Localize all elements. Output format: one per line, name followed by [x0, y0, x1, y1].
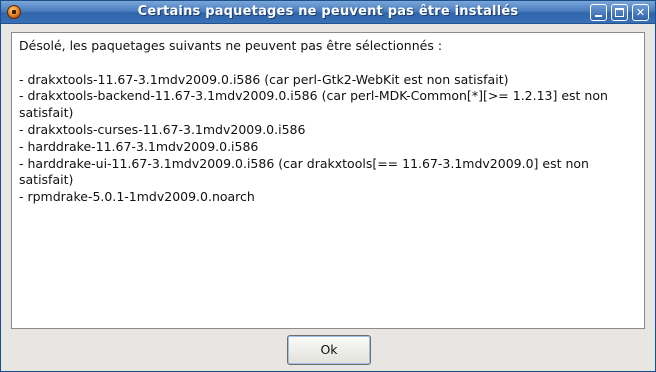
- ok-button[interactable]: Ok: [287, 335, 371, 365]
- message-area[interactable]: Désolé, les paquetages suivants ne peuve…: [11, 32, 645, 329]
- package-line: - drakxtools-11.67-3.1mdv2009.0.i586 (ca…: [19, 71, 509, 87]
- minimize-icon: [595, 15, 602, 17]
- message-intro: Désolé, les paquetages suivants ne peuve…: [19, 38, 443, 53]
- package-line: - harddrake-11.67-3.1mdv2009.0.i586: [19, 138, 259, 154]
- titlebar[interactable]: Certains paquetages ne peuvent pas être …: [1, 1, 655, 24]
- dialog-window: Certains paquetages ne peuvent pas être …: [0, 0, 656, 372]
- package-line: - rpmdrake-5.0.1-1mdv2009.0.noarch: [19, 189, 255, 205]
- close-button[interactable]: ✕: [632, 4, 649, 21]
- minimize-button[interactable]: [590, 4, 607, 21]
- package-line: - drakxtools-curses-11.67-3.1mdv2009.0.i…: [19, 121, 306, 137]
- package-line: - drakxtools-backend-11.67-3.1mdv2009.0.…: [19, 88, 612, 121]
- maximize-button[interactable]: [611, 4, 628, 21]
- package-line: - harddrake-ui-11.67-3.1mdv2009.0.i586 (…: [19, 155, 593, 188]
- close-icon: ✕: [635, 6, 646, 19]
- window-title: Certains paquetages ne peuvent pas être …: [137, 4, 519, 19]
- maximize-icon: [615, 8, 624, 17]
